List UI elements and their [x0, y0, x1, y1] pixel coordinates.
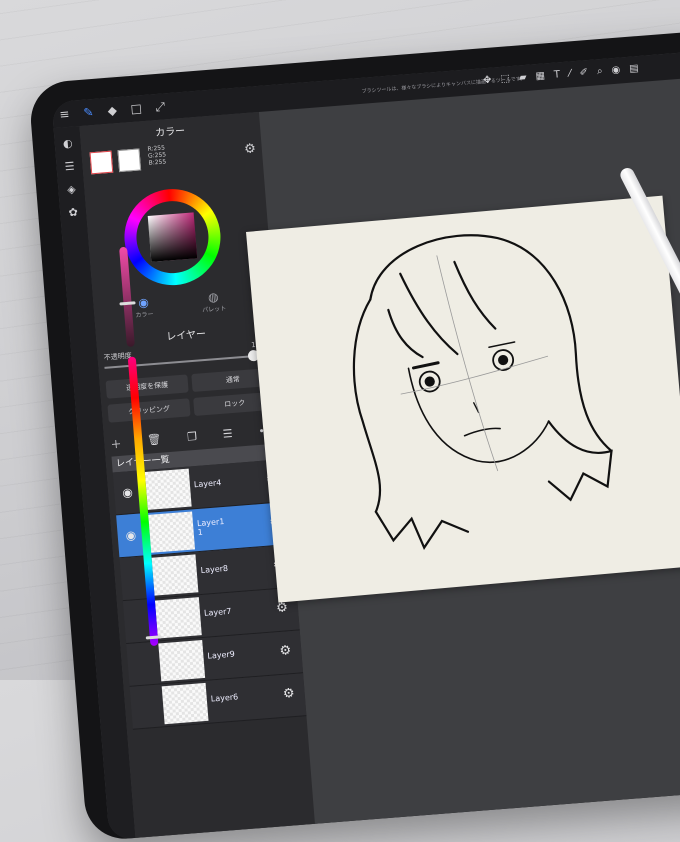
layer-thumbnail: [161, 682, 209, 725]
eraser-icon[interactable]: ◆: [100, 103, 125, 119]
transform-icon[interactable]: ⤢: [148, 98, 173, 115]
view-icon[interactable]: ◉: [611, 65, 621, 77]
text-icon[interactable]: T: [554, 69, 561, 80]
tab-palette-label: パレット: [202, 305, 227, 315]
layer-name: Layer9: [207, 649, 236, 661]
pen-icon[interactable]: ✐: [579, 67, 588, 79]
visibility-eye-icon[interactable]: ◉: [122, 485, 134, 500]
layers-icon[interactable]: ◈: [58, 182, 85, 197]
gradient-icon[interactable]: ▦: [535, 70, 545, 82]
menu-icon[interactable]: ≡: [52, 106, 77, 122]
color-wheel[interactable]: [120, 185, 225, 289]
saturation-value-square[interactable]: [147, 212, 198, 262]
layer-list-icon[interactable]: ☰: [222, 427, 233, 444]
layer-name: Layer4: [193, 478, 222, 490]
toolbar-right-group: ✥ ⬚ ▰ ▦ T ⁄ ✐ ⌕ ◉ ▤: [483, 63, 639, 86]
brush-icon[interactable]: ✎: [76, 104, 101, 120]
search-icon[interactable]: ⌕: [597, 66, 603, 77]
tab-color-label: カラー: [135, 310, 154, 320]
face-sketch-drawing: [352, 234, 613, 550]
visibility-eye-icon[interactable]: ◉: [125, 528, 137, 543]
layer-name: Layer1 1: [196, 516, 225, 538]
layer-settings-gear-icon[interactable]: ⚙: [279, 643, 292, 659]
rgb-readout: R:255 G:255 B:255: [147, 144, 167, 166]
tab-palette[interactable]: ◍ パレット: [183, 288, 245, 316]
add-layer-icon[interactable]: ＋: [110, 436, 122, 453]
layer-name: Layer8: [200, 563, 229, 575]
layer-settings-gear-icon[interactable]: ⚙: [282, 686, 295, 702]
eyedropper-icon[interactable]: ⁄: [569, 68, 572, 79]
foreground-swatch[interactable]: [89, 150, 114, 175]
layer-name: Layer7: [203, 606, 232, 618]
background-swatch[interactable]: [117, 148, 142, 173]
color-wheel-center: [133, 198, 212, 276]
square-icon[interactable]: □: [124, 101, 149, 117]
layer-thumbnail: [144, 468, 192, 510]
materials-icon[interactable]: ✿: [60, 205, 87, 220]
duplicate-layer-icon[interactable]: ❐: [187, 430, 198, 447]
palette-icon: ◍: [207, 289, 220, 305]
move-icon[interactable]: ✥: [483, 75, 492, 87]
layer-thumbnail: [158, 640, 206, 682]
protect-alpha-button[interactable]: 透明度を保護: [105, 374, 189, 399]
drawing-canvas[interactable]: [246, 195, 680, 603]
layer-thumbnail: [154, 597, 202, 639]
color-settings-gear-icon[interactable]: ⚙: [244, 141, 257, 157]
fill-icon[interactable]: ▰: [518, 72, 527, 84]
brush-settings-icon[interactable]: ◐: [54, 136, 81, 151]
layer-thumbnail: [148, 511, 196, 553]
list-icon[interactable]: ☰: [56, 159, 83, 174]
b-value: B:255: [148, 158, 167, 167]
layer-thumbnail: [151, 554, 199, 596]
delete-layer-icon[interactable]: 🗑: [147, 433, 162, 450]
select-icon[interactable]: ⬚: [500, 73, 510, 85]
layer-name: Layer6: [210, 692, 239, 704]
ruler-icon[interactable]: ▤: [629, 63, 639, 75]
clipping-button[interactable]: クリッピング: [107, 398, 191, 423]
